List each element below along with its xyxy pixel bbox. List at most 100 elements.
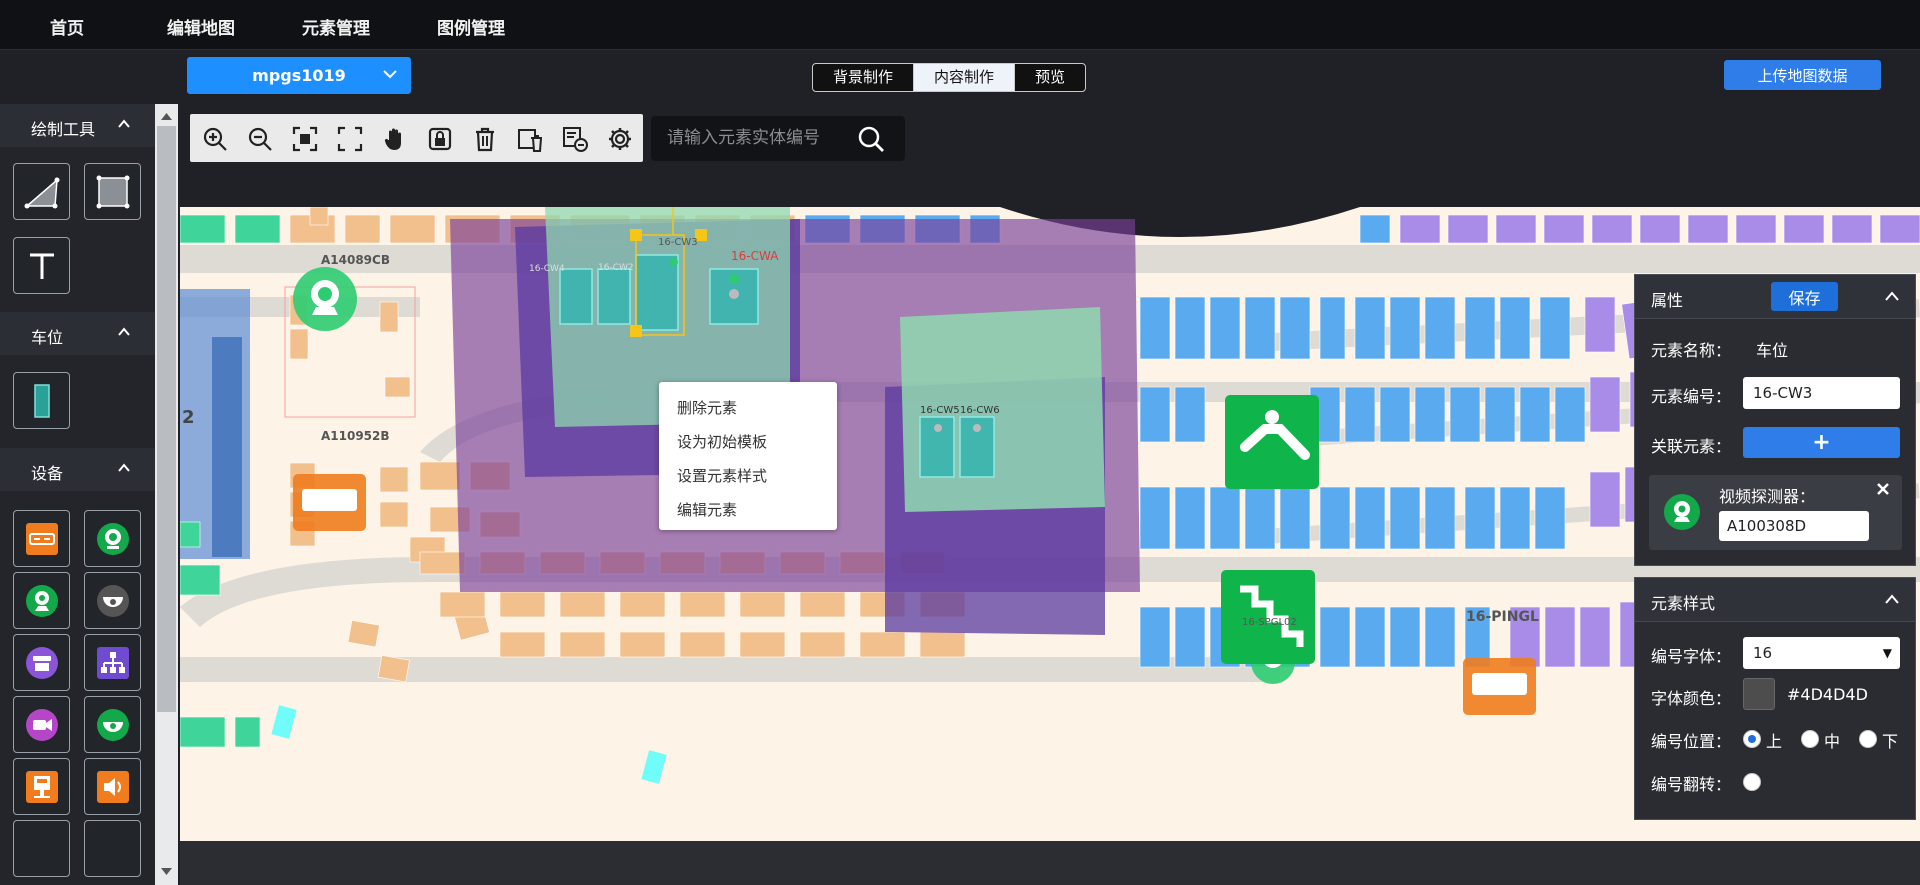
device-network[interactable] — [84, 634, 141, 691]
camera-icon — [96, 522, 129, 555]
slot-label-cw2: 16-CW2 — [598, 263, 634, 273]
menu-item-edit[interactable]: 编辑元素 — [677, 499, 737, 520]
map-select-dropdown[interactable]: mpgs1019 — [187, 57, 411, 94]
zone-label: 2 — [182, 407, 195, 428]
section-devices[interactable]: 设备 — [0, 448, 155, 491]
search-input[interactable] — [667, 125, 857, 151]
label-flip-toggle[interactable] — [1743, 773, 1761, 791]
close-icon[interactable] — [1877, 483, 1889, 495]
rectangle-tool[interactable] — [84, 163, 141, 220]
device-kiosk[interactable] — [13, 758, 70, 815]
pan-hand-icon[interactable] — [382, 126, 408, 152]
text-tool[interactable] — [13, 237, 70, 294]
mode-tabs: 背景制作 内容制作 预览 — [812, 63, 1087, 92]
position-top-radio[interactable] — [1743, 730, 1761, 748]
position-top-label: 上 — [1766, 732, 1783, 751]
section-title: 设备 — [31, 464, 64, 483]
text-icon — [29, 253, 54, 279]
scroll-up-icon[interactable] — [161, 112, 172, 120]
scrollbar-thumb[interactable] — [157, 126, 176, 712]
font-color-value: #4D4D4D — [1787, 685, 1868, 704]
menu-item-set-style[interactable]: 设置元素样式 — [677, 465, 767, 486]
section-parking[interactable]: 车位 — [0, 312, 155, 355]
linked-device-input[interactable]: A100308D — [1719, 511, 1869, 541]
style-panel: 元素样式 编号字体： 16 ▼ 字体颜色： #4D4D4D 编号位置： 上 中 … — [1634, 577, 1916, 820]
tab-preview[interactable]: 预览 — [1015, 64, 1085, 91]
device-sign-orange[interactable] — [13, 510, 70, 567]
add-linked-element-button[interactable]: + — [1743, 427, 1900, 458]
device-camera-green[interactable] — [84, 510, 141, 567]
device-partial[interactable] — [13, 820, 70, 877]
dome-detector-icon — [96, 708, 129, 741]
batch-delete-icon[interactable] — [517, 126, 543, 152]
device-label-a2: A110952B — [321, 429, 390, 443]
search-icon[interactable] — [857, 125, 885, 153]
device-purple-1[interactable] — [13, 634, 70, 691]
menu-item-set-template[interactable]: 设为初始模板 — [677, 431, 767, 452]
chevron-up-icon — [118, 327, 130, 336]
properties-panel: 属性 保存 元素名称： 车位 元素编号： 16-CW3 关联元素： + 视频探测… — [1634, 274, 1916, 566]
scroll-down-icon[interactable] — [161, 868, 172, 876]
slot-label-cwa: 16-CWA — [731, 249, 779, 263]
zoom-in-icon[interactable] — [202, 126, 228, 152]
font-color-swatch[interactable] — [1743, 678, 1775, 710]
save-button[interactable]: 保存 — [1771, 282, 1838, 311]
label-flip-label: 编号翻转： — [1651, 775, 1732, 794]
chevron-up-icon — [118, 119, 130, 128]
font-size-select[interactable]: 16 ▼ — [1743, 637, 1900, 669]
device-speaker[interactable] — [84, 758, 141, 815]
device-purple-camera[interactable] — [13, 696, 70, 753]
delete-icon[interactable] — [472, 126, 498, 152]
font-size-value: 16 — [1753, 644, 1773, 662]
position-bottom-label: 下 — [1882, 732, 1899, 751]
device-dome-camera[interactable] — [84, 572, 141, 629]
section-title: 车位 — [31, 328, 64, 347]
fit-view-icon[interactable] — [292, 126, 318, 152]
font-color-label: 字体颜色： — [1651, 689, 1732, 708]
slot-label-cw6: 16-CW6 — [960, 405, 1000, 416]
upload-map-data-button[interactable]: 上传地图数据 — [1724, 60, 1881, 90]
font-size-label: 编号字体： — [1651, 647, 1732, 666]
element-code-input[interactable]: 16-CW3 — [1743, 377, 1900, 409]
barrier-icon — [25, 646, 58, 679]
device-partial-2[interactable] — [84, 820, 141, 877]
clear-icon[interactable] — [562, 126, 588, 152]
nav-legend-manage[interactable]: 图例管理 — [437, 14, 505, 39]
polygon-icon — [24, 177, 59, 208]
zoom-out-icon[interactable] — [247, 126, 273, 152]
chevron-up-icon[interactable] — [1885, 594, 1899, 604]
nav-edit-map[interactable]: 编辑地图 — [167, 14, 235, 39]
parking-space-tool[interactable] — [13, 372, 70, 429]
slot-label-cw3: 16-CW3 — [658, 237, 698, 248]
device-green-dome[interactable] — [84, 696, 141, 753]
guide-sign-icon — [25, 522, 58, 555]
polygon-tool[interactable] — [13, 163, 70, 220]
slot-label-cw4: 16-CW4 — [529, 264, 565, 274]
panel-title: 元素样式 — [1651, 594, 1716, 613]
position-middle-radio[interactable] — [1801, 730, 1819, 748]
nav-element-manage[interactable]: 元素管理 — [302, 14, 370, 39]
lock-icon[interactable] — [427, 126, 453, 152]
fullscreen-icon[interactable] — [337, 126, 363, 152]
nav-home[interactable]: 首页 — [50, 14, 84, 39]
slot-label-cw5: 16-CW5 — [920, 405, 960, 416]
element-name-label: 元素名称： — [1651, 341, 1732, 360]
panel-title: 属性 — [1651, 291, 1684, 310]
position-bottom-radio[interactable] — [1859, 730, 1877, 748]
tab-background[interactable]: 背景制作 — [813, 64, 915, 91]
position-middle-label: 中 — [1824, 732, 1841, 751]
menu-item-delete[interactable]: 删除元素 — [677, 397, 737, 418]
map-select-value: mpgs1019 — [252, 66, 346, 85]
linked-element-card: 视频探测器： A100308D — [1649, 475, 1902, 550]
chevron-up-icon — [118, 463, 130, 472]
context-menu: 删除元素 设为初始模板 设置元素样式 编辑元素 — [659, 382, 837, 530]
gear-icon[interactable] — [607, 126, 633, 152]
chevron-up-icon[interactable] — [1885, 291, 1899, 301]
network-icon — [96, 646, 129, 679]
linked-element-label: 关联元素： — [1651, 437, 1732, 456]
section-draw-tools[interactable]: 绘制工具 — [0, 104, 155, 147]
device-detector-green[interactable] — [13, 572, 70, 629]
chevron-down-icon — [383, 70, 397, 79]
tab-content[interactable]: 内容制作 — [914, 64, 1016, 91]
section-title: 绘制工具 — [31, 120, 96, 139]
